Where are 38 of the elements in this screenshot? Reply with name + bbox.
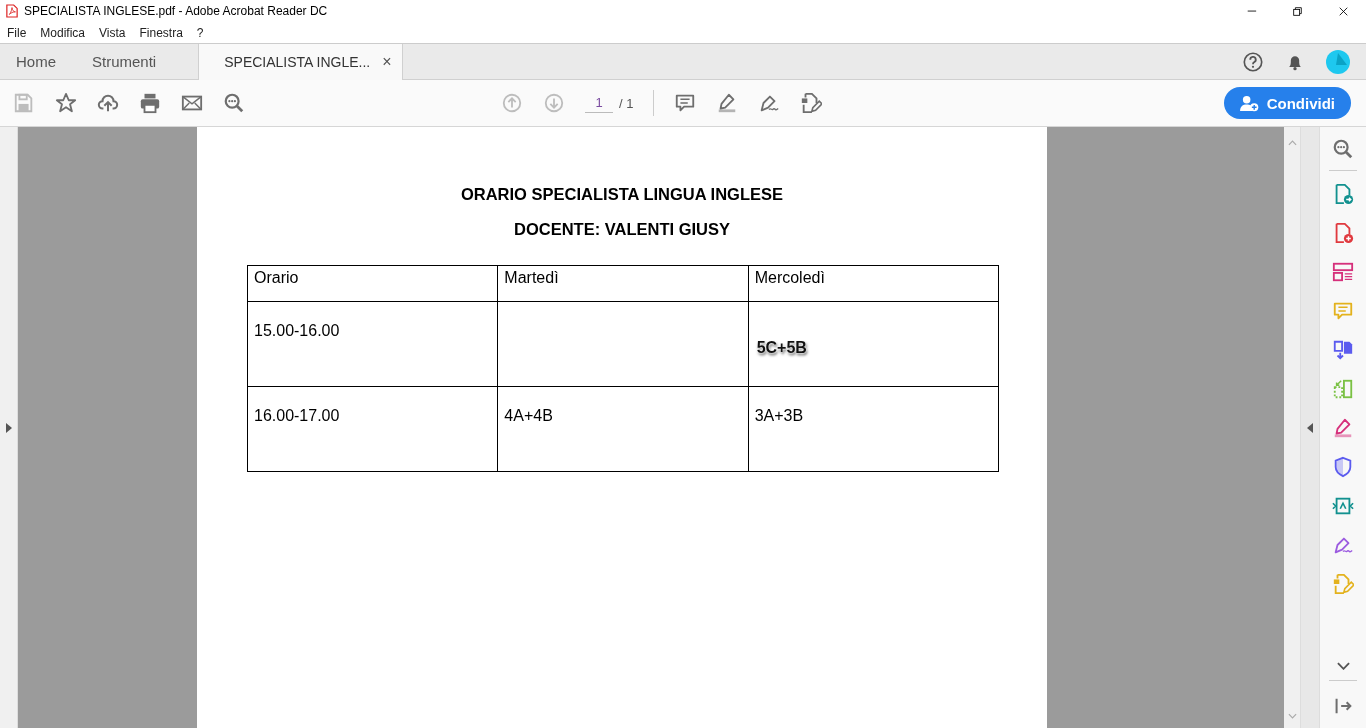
document-subtitle: DOCENTE: VALENTI GIUSY	[513, 220, 730, 239]
tab[interactable]: Strumenti	[76, 44, 173, 79]
document-arrows-icon[interactable]	[1332, 495, 1354, 517]
table-cell: 16.00-17.00	[247, 386, 498, 472]
share-button[interactable]: Condividi	[1223, 87, 1351, 119]
tab[interactable]: Home	[0, 44, 76, 79]
table-cell: 4A+4B	[497, 386, 749, 472]
search-icon[interactable]	[1332, 138, 1354, 160]
layout-icon[interactable]	[1332, 261, 1354, 283]
table-cell: 3A+3B	[748, 386, 999, 472]
printer-icon[interactable]	[139, 92, 161, 114]
star-icon[interactable]	[55, 92, 77, 114]
chevron-down-icon[interactable]	[1336, 662, 1350, 670]
pdf-file-icon	[6, 4, 18, 18]
menu-item[interactable]: ?	[196, 25, 204, 40]
page-total: / 1	[619, 95, 634, 111]
menu-item[interactable]: Modifica	[40, 25, 86, 40]
shield-icon[interactable]	[1332, 456, 1354, 478]
documents-icon[interactable]	[1332, 339, 1354, 361]
speech-bubble-icon[interactable]	[674, 92, 697, 114]
menu-item[interactable]: Finestra	[139, 25, 183, 40]
search-icon[interactable]	[223, 92, 245, 114]
table-header-cell: Mercoledì	[748, 265, 999, 302]
window-title: SPECIALISTA INGLESE.pdf - Adobe Acrobat Reader DC	[24, 4, 329, 18]
table-header-cell: Martedì	[497, 265, 749, 302]
menu-item[interactable]: File	[7, 25, 27, 40]
marker-icon[interactable]	[1332, 417, 1354, 439]
add-person-icon	[1239, 94, 1259, 112]
tab[interactable]: SPECIALISTA INGLE... ×	[198, 44, 403, 80]
close-tab-button[interactable]: ×	[382, 53, 392, 71]
document-pencil-icon[interactable]	[800, 92, 823, 114]
table-header-cell: Orario	[247, 265, 498, 302]
menu-item[interactable]: Vista	[99, 25, 126, 40]
cloud-upload-icon[interactable]	[97, 92, 119, 114]
table-cell-text: 5C+5B	[755, 339, 808, 356]
table-cell: 15.00-16.00	[247, 301, 498, 387]
page-number-field[interactable]: 1	[585, 93, 613, 113]
document-title: ORARIO SPECIALISTA LINGUA INGLESE	[460, 185, 784, 204]
